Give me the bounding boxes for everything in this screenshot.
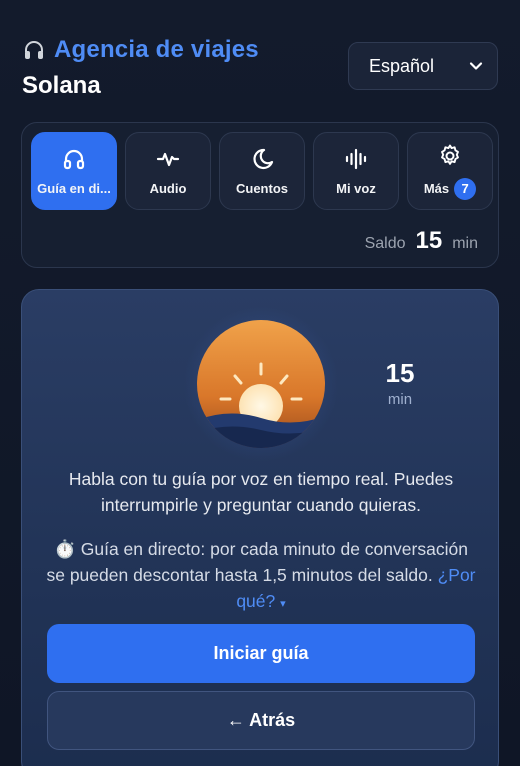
- billing-note-text: Guía en directo: por cada minuto de conv…: [46, 539, 468, 585]
- headphone-icon: [22, 38, 46, 62]
- mode-tabs: Guía en di... Audio Cuentos Mi voz Más 7: [31, 132, 493, 210]
- language-select[interactable]: Español: [348, 42, 498, 90]
- start-guide-button[interactable]: Iniciar guía: [47, 624, 475, 683]
- waveform-icon: [156, 152, 180, 167]
- billing-note: ⏱️ Guía en directo: por cada minuto de c…: [44, 536, 478, 617]
- headphones-icon: [63, 149, 85, 170]
- app-title: Agencia de viajes: [54, 36, 259, 63]
- balance-value: 15: [415, 227, 443, 254]
- language-value: Español: [369, 55, 435, 76]
- tab-label: Cuentos: [236, 181, 288, 196]
- notification-badge: 7: [454, 177, 477, 200]
- more-label-row: Más 7: [423, 177, 477, 200]
- tab-live-guide[interactable]: Guía en di...: [31, 132, 117, 210]
- tab-more[interactable]: Más 7: [407, 132, 493, 210]
- timer-value: 15: [385, 358, 415, 388]
- sunset-illustration: [183, 306, 339, 462]
- tab-my-voice[interactable]: Mi voz: [313, 132, 399, 210]
- tab-audio[interactable]: Audio: [125, 132, 211, 210]
- caret-down-icon: ▾: [280, 598, 286, 610]
- tab-label: Mi voz: [336, 181, 376, 196]
- stopwatch-icon: ⏱️: [54, 539, 76, 559]
- sunset-icon: [197, 320, 325, 448]
- chevron-down-icon: [469, 62, 483, 70]
- moon-icon: [253, 148, 274, 170]
- app-header: Agencia de viajes Solana Español: [22, 36, 498, 106]
- balance-unit: min: [452, 235, 478, 252]
- tab-label: Más: [423, 181, 450, 196]
- tab-label: Audio: [149, 181, 187, 196]
- balance-label: Saldo: [364, 235, 406, 252]
- timer-unit: min: [387, 391, 413, 408]
- voice-bars-icon: [345, 148, 367, 170]
- guide-description: Habla con tu guía por voz en tiempo real…: [68, 469, 454, 515]
- tab-stories[interactable]: Cuentos: [219, 132, 305, 210]
- tab-label: Guía en di...: [37, 181, 111, 196]
- live-guide-card: 15 min Habla con tu guía por voz en tiem…: [21, 289, 499, 766]
- back-button[interactable]: ← Atrás: [47, 691, 475, 750]
- mode-tabs-card: Guía en di... Audio Cuentos Mi voz Más 7…: [21, 122, 499, 268]
- session-timer: 15 min: [377, 358, 423, 408]
- gear-icon: [441, 144, 459, 165]
- balance-display: Saldo 15 min: [365, 227, 478, 255]
